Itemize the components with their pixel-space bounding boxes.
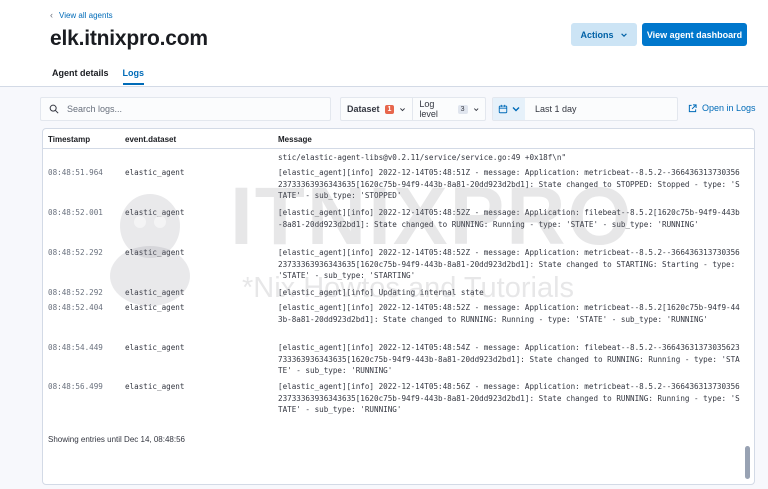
log-level-filter-label: Log level	[419, 99, 438, 119]
dataset-filter-label: Dataset	[347, 104, 380, 114]
log-message: [elastic_agent][info] 2022-12-14T05:48:5…	[278, 168, 740, 200]
calendar-icon	[498, 104, 507, 114]
log-dataset: elastic_agent	[125, 343, 185, 352]
log-dataset: elastic_agent	[125, 303, 185, 312]
open-in-logs-label: Open in Logs	[702, 103, 756, 113]
entries-footer: Showing entries until Dec 14, 08:48:56	[48, 435, 185, 444]
log-timestamp: 08:48:51.964	[48, 168, 103, 177]
search-icon	[49, 104, 59, 114]
chevron-down-icon	[620, 32, 627, 37]
log-message: [elastic_agent][info] 2022-12-14T05:48:5…	[278, 208, 740, 229]
page-title: elk.itnixpro.com	[50, 27, 208, 50]
back-to-agents-link[interactable]: ‹ View all agents	[50, 10, 113, 20]
search-field[interactable]	[40, 97, 331, 121]
date-range-value[interactable]: Last 1 day	[525, 104, 577, 114]
chevron-down-icon	[400, 107, 406, 111]
view-agent-dashboard-button[interactable]: View agent dashboard	[642, 23, 747, 46]
date-picker: Last 1 day	[492, 97, 678, 121]
column-header-dataset[interactable]: event.dataset	[125, 135, 176, 144]
log-timestamp: 08:48:52.404	[48, 303, 103, 312]
log-message: [elastic_agent][info] Updating internal …	[278, 288, 484, 297]
back-link-label: View all agents	[59, 10, 113, 20]
dataset-count-badge: 1	[384, 104, 395, 114]
open-in-logs-link[interactable]: Open in Logs	[688, 103, 756, 113]
actions-button[interactable]: Actions	[571, 23, 637, 46]
log-stream-panel: Timestamp event.dataset Message stic/ela…	[42, 128, 755, 485]
chevron-left-icon: ‹	[50, 10, 53, 20]
tab-agent-details[interactable]: Agent details	[52, 68, 109, 85]
log-level-count-badge: 3	[457, 104, 468, 114]
log-message: stic/elastic-agent-libs@v0.2.11/service/…	[278, 153, 567, 162]
log-timestamp: 08:48:52.001	[48, 208, 103, 217]
log-timestamp: 08:48:52.292	[48, 248, 103, 257]
chevron-down-icon	[512, 107, 519, 112]
quick-select-button[interactable]	[493, 98, 525, 120]
chevron-down-icon	[473, 107, 479, 111]
column-header-timestamp[interactable]: Timestamp	[48, 135, 90, 144]
log-level-filter[interactable]: Log level 3	[413, 98, 485, 120]
log-table-header: Timestamp event.dataset Message	[43, 129, 754, 149]
log-message: [elastic_agent][info] 2022-12-14T05:48:5…	[278, 248, 740, 280]
page-header: ‹ View all agents elk.itnixpro.com Actio…	[0, 0, 768, 87]
log-dataset: elastic_agent	[125, 168, 185, 177]
filter-group: Dataset 1 Log level 3	[340, 97, 486, 121]
log-message: [elastic_agent][info] 2022-12-14T05:48:5…	[278, 343, 740, 375]
log-scrollbar[interactable]	[743, 149, 751, 484]
log-timestamp: 08:48:54.449	[48, 343, 103, 352]
search-input[interactable]	[67, 104, 317, 114]
dataset-filter[interactable]: Dataset 1	[341, 98, 414, 120]
external-link-icon	[688, 103, 697, 112]
tab-logs[interactable]: Logs	[122, 68, 145, 85]
tab-bar: Agent details Logs	[52, 68, 145, 85]
logs-toolbar: Dataset 1 Log level 3 Last 1 day Open in…	[40, 97, 760, 121]
log-timestamp: 08:48:52.292	[48, 288, 103, 297]
log-dataset: elastic_agent	[125, 208, 185, 217]
log-dataset: elastic_agent	[125, 382, 185, 391]
actions-button-label: Actions	[580, 29, 614, 40]
log-message: [elastic_agent][info] 2022-12-14T05:48:5…	[278, 303, 740, 324]
scroll-thumb[interactable]	[745, 446, 750, 479]
log-message: [elastic_agent][info] 2022-12-14T05:48:5…	[278, 382, 740, 414]
log-dataset: elastic_agent	[125, 288, 185, 297]
column-header-message[interactable]: Message	[278, 135, 312, 144]
log-dataset: elastic_agent	[125, 248, 185, 257]
log-timestamp: 08:48:56.499	[48, 382, 103, 391]
